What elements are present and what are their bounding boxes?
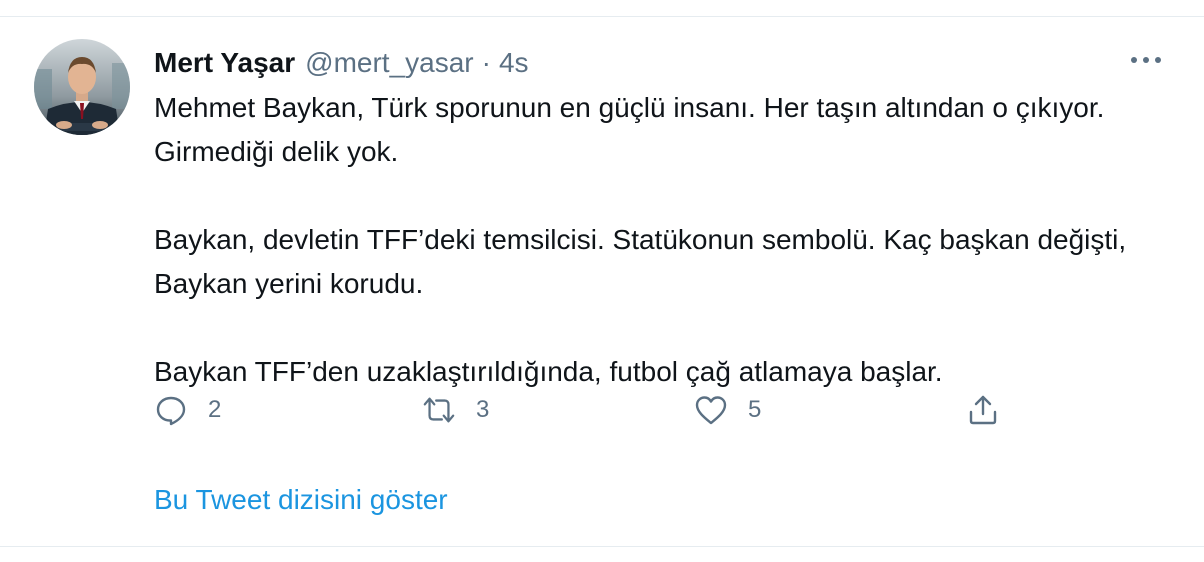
reply-button[interactable]: 2 [154,390,221,430]
reply-count: 2 [208,396,222,423]
more-button[interactable] [1126,44,1166,76]
retweet-count: 3 [476,396,490,423]
like-count: 5 [748,396,762,423]
heart-icon [694,393,728,427]
separator-dot: · [481,47,491,78]
like-button[interactable]: 5 [694,390,761,430]
action-bar: 2 3 5 [154,390,1014,430]
tweet-paragraph: Baykan, devletin TFF’deki temsilcisi. St… [154,224,1127,299]
avatar-image [34,39,130,135]
tweet-text: Mehmet Baykan, Türk sporunun en güçlü in… [154,86,1134,394]
author-name[interactable]: Mert Yaşar [154,47,295,79]
reply-icon [154,393,188,427]
share-icon [966,393,1000,427]
retweet-icon [422,393,456,427]
more-icon [1130,51,1162,69]
tweet-paragraph: Baykan TFF’den uzaklaştırıldığında, futb… [154,356,943,387]
tweet-paragraph: Mehmet Baykan, Türk sporunun en güçlü in… [154,92,1105,167]
tweet-card[interactable]: Mert Yaşar @mert_yasar · 4s Mehmet Bayka… [0,0,1204,562]
tweet-header: Mert Yaşar @mert_yasar · 4s [154,45,529,81]
avatar[interactable] [34,39,130,135]
bottom-divider [0,546,1204,547]
show-thread-link[interactable]: Bu Tweet dizisini göster [154,484,448,516]
share-button[interactable] [966,390,1000,430]
retweet-button[interactable]: 3 [422,390,489,430]
top-divider [0,16,1204,17]
author-handle[interactable]: @mert_yasar [305,47,473,79]
timestamp[interactable]: 4s [499,47,529,79]
